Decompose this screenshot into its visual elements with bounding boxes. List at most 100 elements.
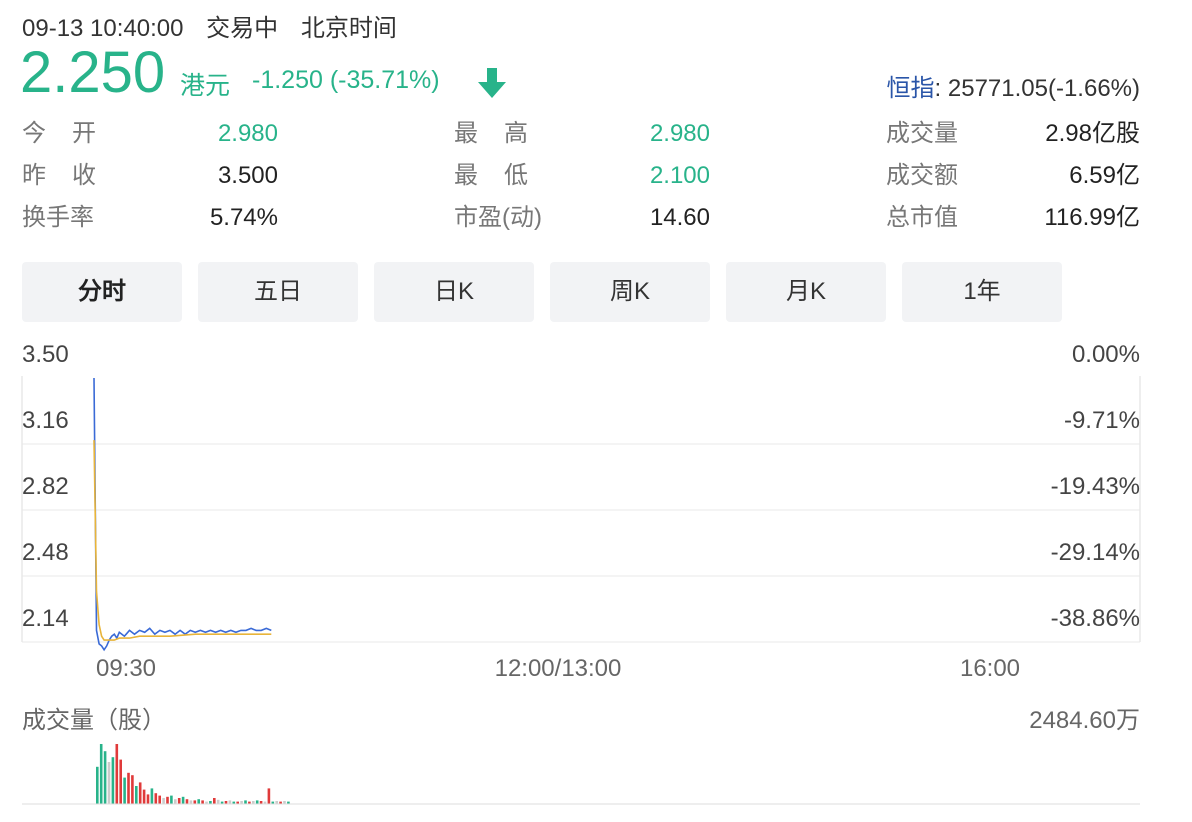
stat-row: 换手率 5.74% (22, 198, 278, 240)
volume-bar (135, 786, 138, 804)
stat-value: 3.500 (217, 162, 278, 189)
stat-value: 116.99亿 (1044, 204, 1140, 231)
volume-bar (127, 772, 130, 804)
volume-bar (162, 798, 165, 804)
stat-value: 2.100 (649, 162, 710, 189)
volume-bar (193, 800, 197, 804)
y-tick-label: 2.14 (22, 605, 69, 632)
series-line (93, 377, 272, 652)
series-line (93, 440, 272, 641)
volume-bar (146, 794, 150, 804)
volume-bar (228, 800, 232, 804)
volume-bar (174, 799, 177, 804)
volume-bar (166, 796, 169, 804)
stat-label: 今开 (22, 120, 122, 147)
stat-row: 最低 2.100 (454, 156, 710, 198)
x-tick-label: 16:00 (960, 655, 1020, 682)
pct-tick-label: 0.00% (1072, 341, 1140, 368)
pct-tick-label: -19.43% (1051, 473, 1140, 500)
stat-row: 今开 2.980 (22, 114, 278, 156)
currency-label: 港元 (180, 72, 231, 100)
volume-bar (111, 757, 115, 804)
y-tick-label: 3.50 (22, 341, 69, 368)
stat-label: 市盈(动) (454, 204, 542, 231)
pct-tick-label: -9.71% (1064, 407, 1140, 434)
stat-label: 最低 (454, 162, 554, 189)
price-change: -1.250 (-35.71%) (252, 66, 440, 94)
volume-bar (131, 775, 134, 804)
volume-bar (138, 782, 142, 804)
volume-bar (213, 798, 216, 804)
stat-label: 昨收 (22, 162, 122, 189)
volume-label: 成交量（股） (22, 707, 166, 734)
volume-bar (150, 788, 154, 804)
pct-tick-label: -29.14% (1051, 539, 1140, 566)
volume-bar (103, 751, 107, 804)
volume-bar (154, 793, 158, 804)
volume-bar (158, 795, 161, 804)
volume-bar (201, 800, 204, 804)
tab-five-day[interactable]: 五日 (198, 262, 358, 322)
volume-bar (107, 762, 111, 804)
volume-bar (244, 800, 247, 804)
stat-value: 5.74% (209, 204, 278, 231)
arrow-down-icon (478, 68, 506, 98)
stat-row: 市盈(动) 14.60 (454, 198, 710, 240)
index-value: : 25771.05(-1.66%) (934, 75, 1140, 102)
y-tick-label: 2.48 (22, 539, 69, 566)
volume-bar (216, 799, 220, 804)
x-tick-label: 09:30 (96, 655, 156, 682)
intraday-chart: 3.50 0.00% 3.16 -9.71% 2.82 -19.43% 2.48 -29.14… (21, 341, 1141, 805)
tab-monthly-k[interactable]: 月K (726, 262, 886, 322)
tab-daily-k[interactable]: 日K (374, 262, 534, 322)
trading-state-text: 交易中 (206, 15, 279, 42)
index-info: 恒指: 25771.05(-1.66%) (887, 68, 1140, 103)
volume-bar (189, 800, 193, 804)
intraday-chart-area: 3.50 0.00% 3.16 -9.71% 2.82 -19.43% 2.48 -29.14… (0, 330, 1192, 822)
stat-row: 昨收 3.500 (22, 156, 278, 198)
volume-bar (142, 789, 146, 804)
stat-value: 14.60 (649, 204, 710, 231)
stat-label: 换手率 (22, 204, 94, 231)
y-tick-label: 3.16 (22, 407, 69, 434)
volume-bar (99, 744, 103, 804)
volume-bar (267, 788, 271, 804)
x-tick-label: 12:00/13:00 (495, 655, 622, 682)
stat-value: 2.980 (649, 120, 710, 147)
volume-bar (115, 744, 119, 804)
stat-value: 2.980 (217, 120, 278, 147)
current-price: 2.250 (20, 40, 166, 105)
stat-row: 成交额 6.59亿 (886, 156, 1140, 198)
volume-bar (123, 777, 126, 804)
volume-max-label: 2484.60万 (1029, 707, 1140, 734)
tab-intraday[interactable]: 分时 (22, 262, 182, 322)
volume-bar (197, 799, 200, 804)
timezone-text: 北京时间 (300, 15, 397, 42)
index-link[interactable]: 恒指 (887, 75, 935, 102)
volume-bar (96, 766, 99, 804)
pct-tick-label: -38.86% (1051, 605, 1140, 632)
y-tick-label: 2.82 (22, 473, 69, 500)
stat-label: 成交额 (886, 162, 958, 189)
stat-row: 成交量 2.98亿股 (886, 114, 1140, 156)
volume-bar (255, 800, 259, 804)
volume-bar (177, 798, 181, 804)
status-line: 09-13 10:40:00 交易中 北京时间 (22, 8, 413, 43)
volume-bar (170, 795, 173, 804)
tab-one-year[interactable]: 1年 (902, 262, 1062, 322)
volume-bar (181, 796, 185, 804)
stat-value: 2.98亿股 (1045, 120, 1140, 147)
volume-bar (119, 759, 122, 804)
tab-weekly-k[interactable]: 周K (550, 262, 710, 322)
datetime-text: 09-13 10:40:00 (22, 15, 184, 42)
stats-column-3: 成交量 2.98亿股 成交额 6.59亿 总市值 116.99亿 (886, 114, 1140, 240)
stat-value: 6.59亿 (1069, 162, 1140, 189)
stats-column-1: 今开 2.980 昨收 3.500 换手率 5.74% (22, 114, 278, 240)
stats-column-2: 最高 2.980 最低 2.100 市盈(动) 14.60 (454, 114, 710, 240)
stat-label: 最高 (454, 120, 554, 147)
stat-row: 最高 2.980 (454, 114, 710, 156)
stat-label: 成交量 (886, 120, 958, 147)
volume-bar (185, 799, 189, 804)
stat-row: 总市值 116.99亿 (886, 198, 1140, 240)
stat-label: 总市值 (886, 204, 958, 231)
